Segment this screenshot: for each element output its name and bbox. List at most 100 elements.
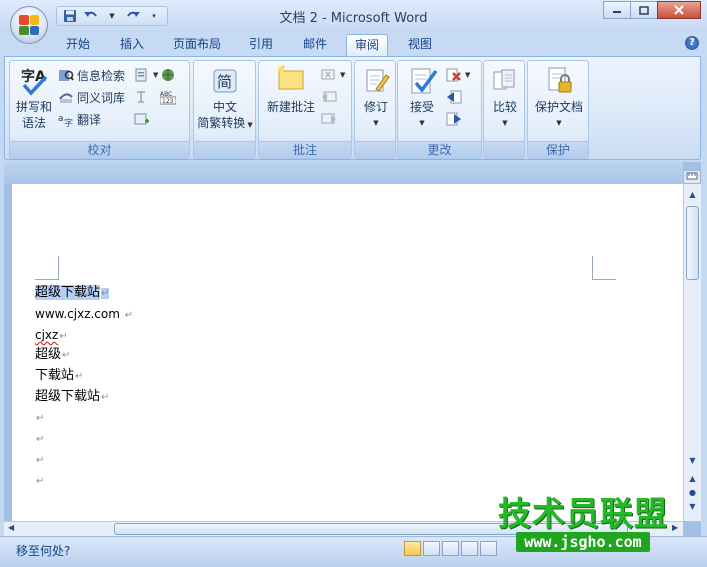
tab-references[interactable]: 引用: [241, 34, 281, 56]
outline-view-button[interactable]: [461, 541, 478, 556]
globe-icon: [162, 69, 174, 81]
tab-page-layout[interactable]: 页面布局: [165, 34, 229, 56]
customize-qat-button[interactable]: ▾: [145, 8, 163, 24]
delete-comment-icon: [321, 69, 335, 80]
protect-document-button[interactable]: 保护文档 ▼: [530, 65, 588, 131]
help-icon[interactable]: ?: [685, 36, 699, 50]
document-page[interactable]: 超级下载站↵ www.cjxz.com ↵ cjxz↵ 超级↵ 下载站↵ 超级下…: [12, 184, 683, 521]
dictionary-button[interactable]: [134, 109, 150, 129]
previous-change-icon: [447, 90, 462, 104]
vertical-scroll-thumb[interactable]: [686, 206, 699, 280]
new-comment-icon: [275, 65, 307, 97]
group-compare: 比较 ▼: [483, 60, 525, 159]
save-button[interactable]: [61, 8, 79, 24]
window-controls: [603, 1, 701, 19]
next-change-button[interactable]: [446, 109, 462, 129]
double-chevron-down-icon: ▼: [689, 502, 696, 511]
print-layout-view-button[interactable]: [404, 541, 421, 556]
spelling-label-1: 拼写和: [15, 100, 52, 114]
research-button[interactable]: 信息检索: [58, 65, 125, 85]
reject-icon: [446, 68, 461, 82]
svg-text:简: 简: [217, 73, 232, 91]
maximize-button[interactable]: [630, 1, 658, 19]
svg-text:字: 字: [64, 117, 73, 127]
watermark: 技术员联盟 www.jsgho.com: [478, 496, 688, 552]
next-change-icon: [446, 112, 461, 126]
group-proofing: 字A 拼写和 语法 信息检索 同义词库 a字 翻译 ▼ ABC 123 校对: [9, 60, 190, 159]
delete-comment-button[interactable]: ▼: [321, 65, 345, 85]
minimize-button[interactable]: [603, 1, 631, 19]
scroll-up-button[interactable]: ▲: [686, 188, 699, 202]
thesaurus-icon: [59, 93, 73, 103]
research-icon: [59, 70, 74, 81]
translate-tip-button[interactable]: [134, 87, 150, 107]
thesaurus-button[interactable]: 同义词库: [58, 87, 125, 107]
abc-count-button[interactable]: ABC 123: [160, 87, 176, 107]
research-label: 信息检索: [77, 68, 126, 83]
undo-button[interactable]: [82, 8, 100, 24]
next-comment-button[interactable]: [321, 109, 337, 129]
view-ruler-button[interactable]: [683, 170, 701, 184]
chevron-up-icon: ▲: [689, 190, 696, 199]
document-line-2[interactable]: www.cjxz.com ↵: [35, 305, 133, 325]
undo-icon: [84, 11, 97, 17]
translate-button[interactable]: a字 翻译: [58, 109, 101, 129]
group-label-compare: [484, 141, 524, 158]
track-changes-button[interactable]: 修订 ▼: [357, 65, 395, 131]
group-comments: 新建批注 ▼ 批注: [258, 60, 352, 159]
quick-access-toolbar: ▼ ▾: [56, 6, 168, 26]
close-button[interactable]: [657, 1, 701, 19]
vertical-scrollbar[interactable]: ▲ ▼ ▲ ● ▼: [683, 184, 701, 521]
tab-insert[interactable]: 插入: [112, 34, 152, 56]
spelling-grammar-button[interactable]: 字A 拼写和 语法: [14, 65, 54, 131]
reject-button[interactable]: ▼: [446, 65, 470, 85]
tab-mailings[interactable]: 邮件: [295, 34, 335, 56]
spelling-label-2: 语法: [21, 116, 46, 130]
new-comment-button[interactable]: 新建批注: [261, 65, 321, 115]
redo-button[interactable]: [124, 8, 142, 24]
tab-review[interactable]: 审阅: [346, 34, 389, 56]
document-line-8[interactable]: ↵: [35, 430, 44, 449]
full-screen-reading-view-button[interactable]: [423, 541, 440, 556]
document-line-7[interactable]: ↵: [35, 409, 44, 428]
translate-icon: a字: [58, 114, 73, 127]
watermark-title: 技术员联盟: [498, 494, 668, 533]
ruler-area: [4, 162, 683, 184]
redo-icon: [127, 11, 140, 17]
document-line-1[interactable]: 超级下载站↵: [35, 284, 110, 303]
set-language-button[interactable]: ▼: [134, 65, 158, 85]
page-corner-top-left: [35, 256, 59, 280]
translate-tip-icon: [137, 91, 145, 103]
chevron-down-icon: ▾: [152, 12, 156, 20]
title-bar: 文档 2 - Microsoft Word ▼ ▾: [0, 0, 707, 30]
word-count-button[interactable]: [160, 65, 176, 85]
chevron-down-icon: ▼: [153, 71, 159, 79]
document-line-5[interactable]: 下载站↵: [35, 367, 83, 386]
page-corner-top-right: [592, 256, 616, 280]
undo-dropdown[interactable]: ▼: [103, 8, 121, 24]
accept-icon: [406, 65, 438, 97]
chevron-down-icon: ▼: [465, 71, 471, 79]
translate-label: 翻译: [77, 112, 102, 127]
tab-view[interactable]: 视图: [400, 34, 440, 56]
document-line-9[interactable]: ↵: [35, 451, 44, 470]
document-line-3[interactable]: cjxz↵: [35, 326, 68, 346]
accept-label: 接受: [409, 100, 434, 114]
web-layout-view-button[interactable]: [442, 541, 459, 556]
close-icon: [674, 5, 684, 15]
document-line-10[interactable]: ↵: [35, 472, 44, 491]
chevron-down-icon: ▼: [502, 119, 508, 127]
previous-change-button[interactable]: [446, 87, 462, 107]
scroll-down-button[interactable]: ▼: [686, 454, 699, 468]
compare-button[interactable]: 比较 ▼: [486, 65, 524, 131]
new-comment-label: 新建批注: [266, 100, 315, 114]
document-line-4[interactable]: 超级↵: [35, 346, 70, 365]
previous-page-button[interactable]: ▲: [686, 472, 699, 486]
scroll-left-button[interactable]: ◀: [8, 523, 14, 532]
office-button[interactable]: [10, 6, 48, 44]
chinese-conversion-button[interactable]: 简 中文 简繁转换 ▼: [196, 65, 254, 133]
document-line-6[interactable]: 超级下载站↵: [35, 388, 109, 407]
tab-home[interactable]: 开始: [58, 34, 98, 56]
accept-button[interactable]: 接受 ▼: [400, 65, 444, 131]
previous-comment-button[interactable]: [321, 87, 337, 107]
